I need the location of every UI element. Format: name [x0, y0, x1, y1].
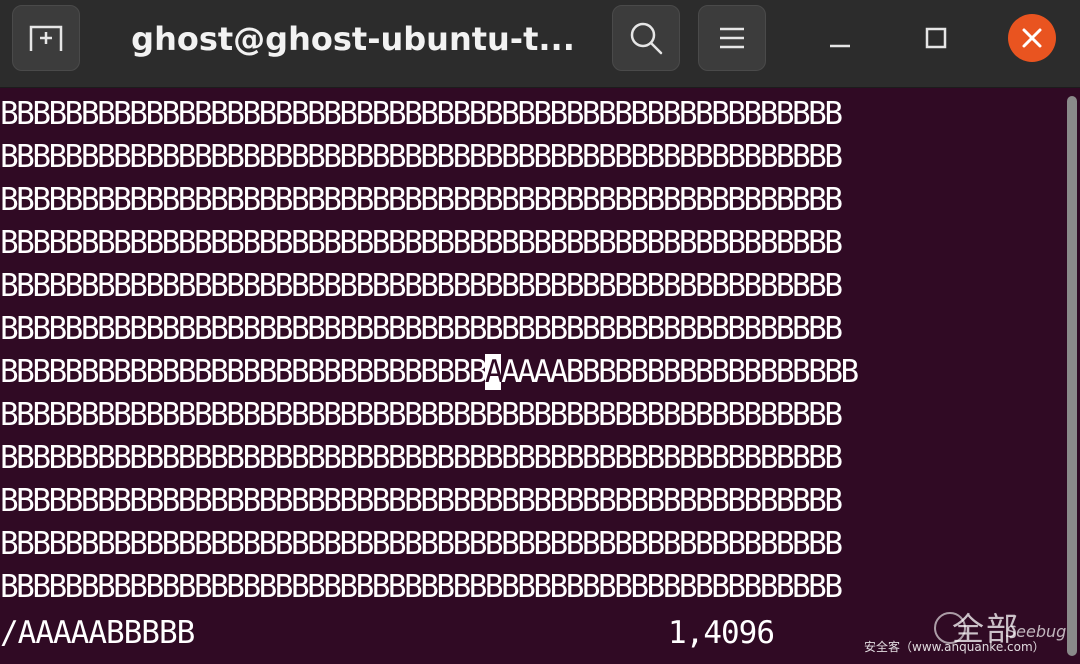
terminal-line: BBBBBBBBBBBBBBBBBBBBBBBBBBBBBBBBBBBBBBBB… [0, 182, 843, 218]
terminal-output[interactable]: BBBBBBBBBBBBBBBBBBBBBBBBBBBBBBBBBBBBBBBB… [0, 91, 1062, 664]
header-bar: ghost@ghost-ubuntu-t... [0, 0, 1080, 88]
terminal-line: BBBBBBBBBBBBBBBBBBBBBBBBBBBBBBBBBBBBBBBB… [0, 268, 843, 304]
terminal-line: BBBBBBBBBBBBBBBBBBBBBBBBBBBBBBBBBBBBBBBB… [0, 96, 843, 132]
terminal-line: BBBBBBBBBBBBBBBBBBBBBBBBBBBBBBBBBBBBBBBB… [0, 397, 843, 433]
menu-button[interactable] [698, 5, 766, 71]
terminal-line: BBBBBBBBBBBBBBBBBBBBBBBBBBBBBBBBBBBBBBBB… [0, 139, 843, 175]
close-button[interactable] [1008, 14, 1056, 62]
watermark-caption: 安全客（www.anquanke.com） [864, 640, 1045, 654]
search-button[interactable] [612, 5, 680, 71]
window-title: ghost@ghost-ubuntu-t... [131, 20, 575, 58]
scrollbar-thumb[interactable] [1067, 96, 1077, 656]
minimize-button[interactable] [816, 14, 864, 62]
terminal-line-suffix: AAAABBBBBBBBBBBBBBBBBB [501, 354, 859, 390]
terminal-line-with-cursor: BBBBBBBBBBBBBBBBBBBBBBBBBBBBBBAAAAABBBBB… [0, 351, 859, 394]
terminal-line-prefix: BBBBBBBBBBBBBBBBBBBBBBBBBBBBBB [0, 354, 487, 390]
terminal-line: BBBBBBBBBBBBBBBBBBBBBBBBBBBBBBBBBBBBBBBB… [0, 311, 843, 347]
terminal-line: BBBBBBBBBBBBBBBBBBBBBBBBBBBBBBBBBBBBBBBB… [0, 526, 843, 562]
scrollbar[interactable] [1064, 92, 1080, 664]
search-icon [630, 22, 663, 55]
search-command: /AAAAABBBBB [0, 615, 195, 651]
terminal-line: BBBBBBBBBBBBBBBBBBBBBBBBBBBBBBBBBBBBBBBB… [0, 225, 843, 261]
maximize-button[interactable] [912, 14, 960, 62]
text-cursor: A [484, 354, 504, 390]
terminal-line: BBBBBBBBBBBBBBBBBBBBBBBBBBBBBBBBBBBBBBBB… [0, 440, 843, 476]
new-tab-button[interactable] [12, 5, 80, 71]
watermark: 全部 Seebug 安全客（www.anquanke.com） [856, 604, 1078, 660]
hamburger-menu-icon [720, 27, 744, 49]
maximize-icon [925, 27, 947, 49]
terminal-window: ghost@ghost-ubuntu-t... BBBBBBBBBBBBBBBB… [0, 0, 1080, 664]
terminal-line: BBBBBBBBBBBBBBBBBBBBBBBBBBBBBBBBBBBBBBBB… [0, 569, 843, 605]
minimize-icon [830, 44, 850, 48]
cursor-position: 1,4096 [668, 615, 775, 651]
close-icon [1022, 28, 1042, 48]
terminal-line: BBBBBBBBBBBBBBBBBBBBBBBBBBBBBBBBBBBBBBBB… [0, 483, 843, 519]
new-tab-icon [29, 25, 63, 51]
